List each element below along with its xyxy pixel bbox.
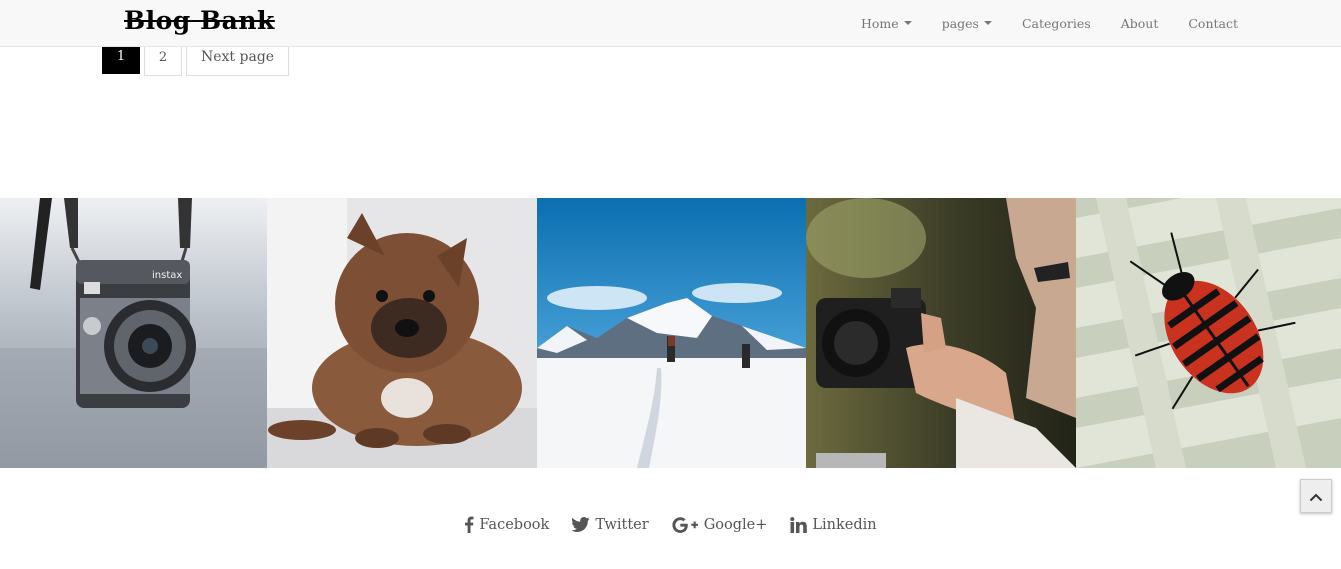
facebook-link[interactable]: Facebook (464, 516, 549, 533)
nav-categories[interactable]: Categories (1007, 16, 1106, 31)
beetle-photo[interactable] (1076, 198, 1341, 468)
linkedin-link[interactable]: Linkedin (790, 516, 877, 533)
nav-contact[interactable]: Contact (1173, 16, 1253, 31)
google-plus-label: Google+ (703, 516, 768, 533)
photographer-photo[interactable] (806, 198, 1076, 468)
nav-about[interactable]: About (1106, 16, 1174, 31)
google-plus-link[interactable]: Google+ (672, 516, 768, 533)
twitter-label: Twitter (595, 516, 649, 533)
mountain-photo[interactable] (537, 198, 806, 468)
nav-home-label: Home (861, 15, 899, 31)
scroll-to-top-button[interactable] (1300, 479, 1332, 513)
facebook-icon (464, 516, 474, 533)
twitter-icon (572, 517, 590, 532)
social-links: Facebook Twitter Google+ Linkedin (0, 516, 1341, 533)
navbar: Blog Bank Home pages Categories About Co… (0, 0, 1341, 47)
caret-down-icon (903, 21, 912, 25)
nav-pages[interactable]: pages (927, 16, 1007, 31)
google-plus-icon (672, 516, 699, 533)
linkedin-icon (790, 516, 808, 533)
facebook-label: Facebook (479, 516, 550, 533)
photo-gallery: instax (0, 198, 1341, 468)
main-nav: Home pages Categories About Contact (846, 0, 1253, 46)
nav-home[interactable]: Home (846, 16, 927, 31)
twitter-link[interactable]: Twitter (572, 516, 649, 533)
camera-photo[interactable]: instax (0, 198, 267, 468)
puppy-photo[interactable] (267, 198, 537, 468)
svg-text:instax: instax (152, 270, 182, 281)
caret-down-icon (983, 21, 992, 25)
linkedin-label: Linkedin (812, 516, 877, 533)
nav-pages-label: pages (941, 15, 979, 31)
chevron-up-icon (1309, 487, 1323, 506)
brand-logo[interactable]: Blog Bank (124, 6, 275, 35)
